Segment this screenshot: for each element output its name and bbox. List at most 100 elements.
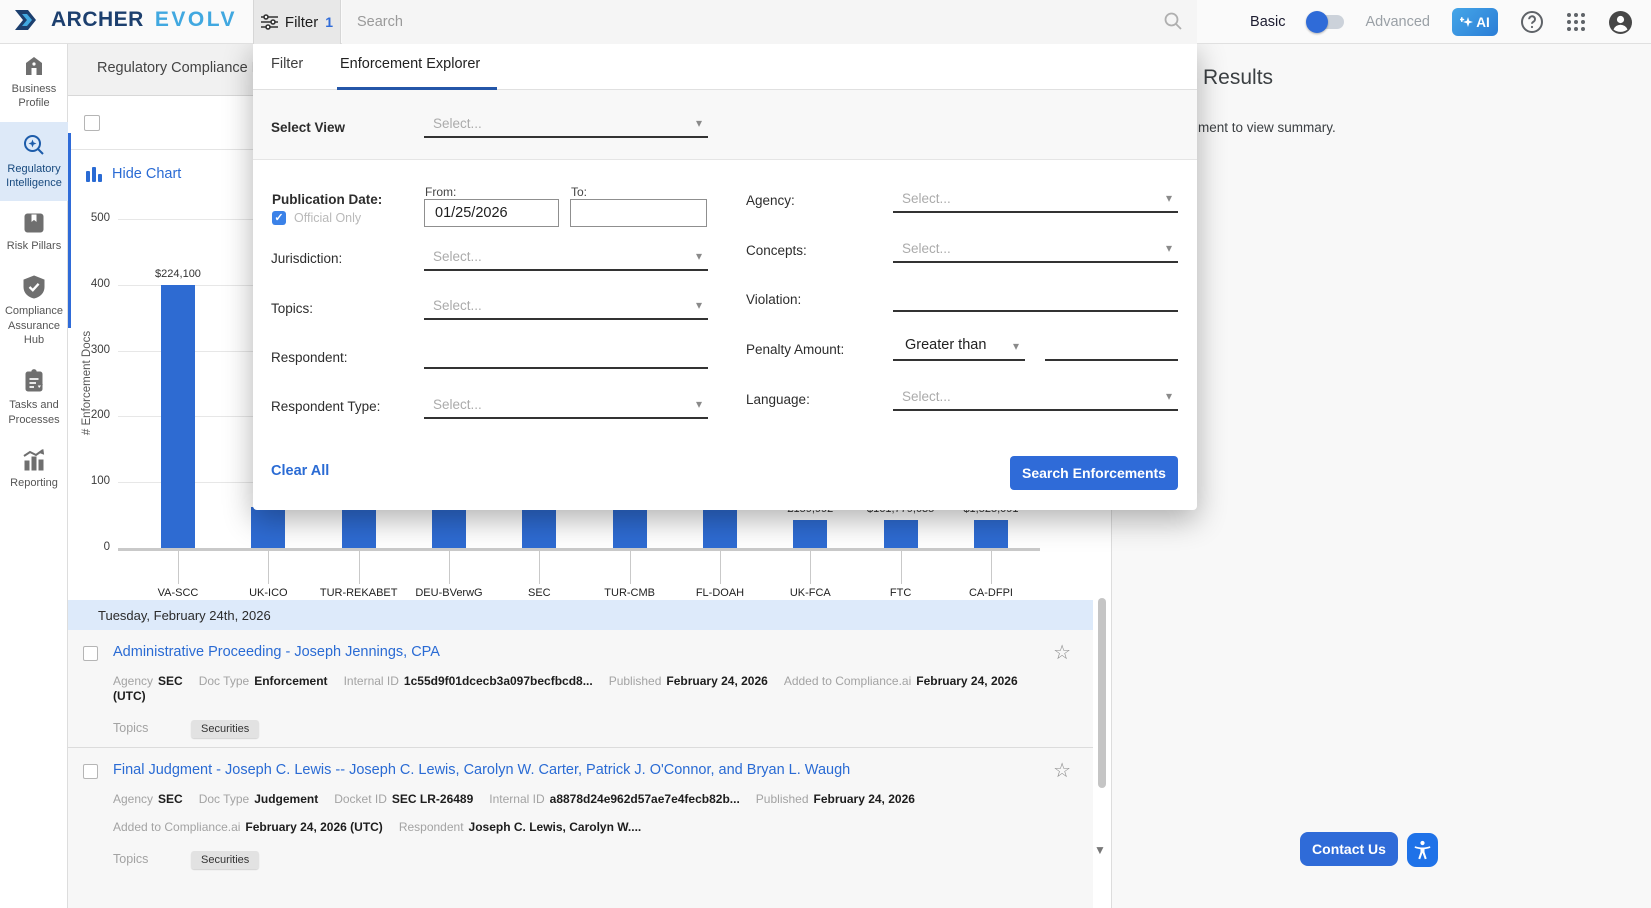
meta-value: 1c55d9f01dcecb3a097becfbcd8... (404, 674, 593, 688)
topic-chip[interactable]: Securities (191, 851, 259, 869)
agency-dropdown[interactable]: Select... ▾ (893, 187, 1178, 213)
chart-bar (884, 520, 918, 548)
ai-button[interactable]: AI (1452, 8, 1498, 36)
language-dropdown[interactable]: Select... ▾ (893, 385, 1178, 411)
account-icon[interactable] (1608, 10, 1633, 35)
meta-label: Added to Compliance.ai (113, 820, 240, 834)
sidebar-item-regulatory-intelligence[interactable]: Regulatory Intelligence (0, 122, 68, 202)
chart-y-axis-title: # Enforcement Docs (81, 303, 95, 463)
meta-value: Joseph C. Lewis, Carolyn W.... (469, 820, 642, 834)
sidebar-item-reporting[interactable]: Reporting (0, 438, 68, 501)
filter-panel-tabs: Filter Enforcement Explorer (253, 42, 1197, 90)
content-scroll-indicator[interactable] (68, 133, 71, 328)
meta-label: Doc Type (199, 674, 249, 688)
respondent-input[interactable] (424, 343, 708, 369)
star-icon[interactable]: ☆ (1053, 758, 1071, 783)
from-date-input[interactable] (425, 200, 558, 226)
topics-dropdown[interactable]: Select... ▾ (424, 294, 708, 320)
from-date-box (424, 199, 559, 227)
advanced-mode-label[interactable]: Advanced (1366, 14, 1431, 30)
meta-value: February 24, 2026 (666, 674, 767, 688)
result-meta-line: AgencySECDoc TypeEnforcementInternal ID1… (113, 674, 1049, 704)
concepts-dropdown[interactable]: Select... ▾ (893, 237, 1178, 263)
app-window: ARCHER EVOLV Filter 1 Basic Advanced (0, 0, 1651, 908)
shield-check-icon (23, 275, 45, 299)
meta-label: Doc Type (199, 792, 249, 806)
chart-bar (342, 507, 376, 548)
regulatory-search-icon (22, 133, 46, 157)
search-icon[interactable] (1163, 11, 1183, 31)
violation-input[interactable] (893, 286, 1178, 312)
result-checkbox[interactable] (83, 764, 98, 779)
respondent-type-dropdown[interactable]: Select... ▾ (424, 393, 708, 419)
basic-mode-label[interactable]: Basic (1250, 14, 1285, 30)
search-enforcements-button[interactable]: Search Enforcements (1010, 456, 1178, 490)
sidebar-item-business-profile[interactable]: Business Profile (0, 44, 68, 122)
to-date-input[interactable] (571, 200, 706, 226)
result-title-link[interactable]: Final Judgment - Joseph C. Lewis -- Jose… (113, 762, 850, 778)
chart-x-tick (810, 548, 811, 584)
sidebar-item-compliance-assurance-hub[interactable]: Compliance Assurance Hub (0, 264, 68, 358)
violation-label: Violation: (746, 292, 801, 307)
sparkle-icon (1460, 16, 1473, 29)
basic-advanced-toggle[interactable] (1308, 15, 1344, 29)
contact-us-button[interactable]: Contact Us (1300, 832, 1398, 866)
sidebar-item-tasks-and-processes[interactable]: Tasks and Processes (0, 358, 68, 438)
search-input[interactable] (357, 0, 1137, 43)
filter-sliders-icon (261, 14, 278, 30)
clear-all-link[interactable]: Clear All (271, 463, 329, 479)
tab-regulatory-compliance[interactable]: Regulatory Compliance M (97, 60, 264, 76)
chart-y-tick-label: 100 (68, 475, 110, 487)
topics-filter-label: Topics: (271, 301, 313, 316)
report-chart-icon (22, 449, 46, 471)
chevron-down-icon: ▾ (1166, 241, 1172, 255)
chart-bar-value-label: $224,100 (113, 268, 243, 280)
select-view-dropdown[interactable]: Select... ▾ (424, 112, 708, 138)
jurisdiction-dropdown[interactable]: Select... ▾ (424, 245, 708, 271)
result-topics-line: Topics Securities (113, 719, 1049, 737)
hide-chart-link[interactable]: Hide Chart (85, 166, 181, 182)
global-search-bar (342, 0, 1197, 44)
toggle-knob[interactable] (1306, 11, 1328, 33)
filter-button[interactable]: Filter 1 (253, 0, 341, 44)
filter-button-label: Filter (285, 14, 318, 31)
brand-secondary: EVOLV (155, 8, 237, 32)
chart-y-tick-label: 0 (68, 541, 110, 553)
chart-bar (161, 285, 195, 548)
official-only-checkbox[interactable]: ✓ (272, 211, 286, 225)
penalty-amount-input[interactable] (1045, 335, 1178, 361)
topic-chip[interactable]: Securities (191, 720, 259, 738)
tab-filter[interactable]: Filter (271, 56, 303, 72)
bar-chart-icon (85, 166, 103, 182)
building-icon (22, 55, 46, 77)
apps-grid-icon[interactable] (1566, 12, 1586, 32)
scrollbar-down-arrow-icon[interactable]: ▼ (1094, 843, 1106, 857)
list-scrollbar-thumb[interactable] (1098, 598, 1106, 788)
penalty-operator-dropdown[interactable]: Greater than ▾ (893, 335, 1025, 361)
meta-label: Published (609, 674, 662, 688)
chart-bar (703, 507, 737, 548)
penalty-amount-label: Penalty Amount: (746, 342, 844, 357)
star-icon[interactable]: ☆ (1053, 640, 1071, 665)
result-checkbox[interactable] (83, 646, 98, 661)
publication-date-label: Publication Date: (272, 192, 382, 207)
result-title-link[interactable]: Administrative Proceeding - Joseph Jenni… (113, 644, 440, 660)
official-only-label: Official Only (294, 211, 361, 225)
sidebar-item-risk-pillars[interactable]: Risk Pillars (0, 201, 68, 264)
meta-value: SEC (158, 792, 183, 806)
chevron-down-icon: ▾ (696, 116, 702, 130)
select-all-checkbox[interactable] (84, 115, 100, 131)
left-nav-sidebar: Business Profile Regulatory Intelligence… (0, 44, 68, 908)
help-icon[interactable] (1520, 10, 1544, 34)
chart-x-tick (630, 548, 631, 584)
brand-primary: ARCHER (51, 8, 144, 32)
concepts-label: Concepts: (746, 243, 807, 258)
meta-label: Agency (113, 674, 153, 688)
chart-x-tick (359, 548, 360, 584)
result-meta-line: AgencySECDoc TypeJudgementDocket IDSEC L… (113, 792, 1049, 807)
results-panel-title: Results (1203, 66, 1273, 90)
chart-bar (251, 507, 285, 548)
result-topics-line: Topics Securities (113, 850, 1049, 868)
accessibility-icon[interactable] (1407, 833, 1438, 867)
tab-enforcement-explorer[interactable]: Enforcement Explorer (340, 56, 480, 72)
